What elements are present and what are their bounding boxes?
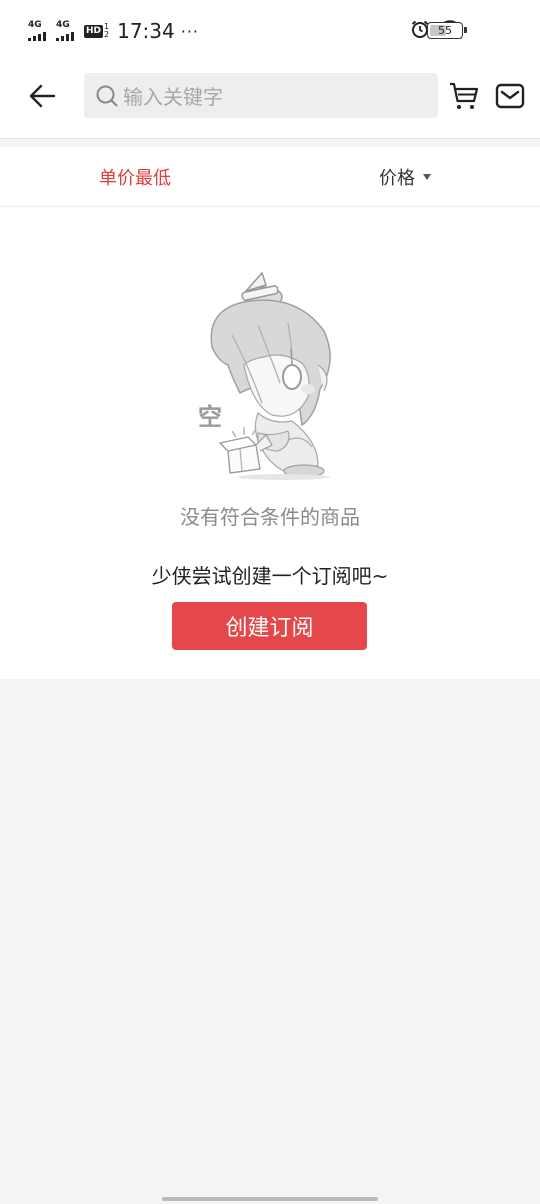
hd-voice-icon: HD 1 2 [84, 23, 109, 39]
back-button[interactable] [22, 76, 62, 116]
hd-sub-bottom: 2 [104, 30, 110, 39]
sort-lowest-unit-price[interactable]: 单价最低 [99, 147, 171, 207]
nav-divider [0, 138, 540, 139]
signal-bars-icon [28, 31, 46, 41]
empty-illustration: 空 [198, 271, 331, 480]
caret-down-icon [423, 174, 431, 180]
status-left: 4G 4G HD 1 2 17:34 ··· [28, 16, 199, 46]
nav-bar: 输入关键字 [0, 62, 540, 138]
sort-price-label: 价格 [379, 168, 415, 189]
signal-bars-icon [56, 31, 74, 41]
battery-level: 55 [438, 24, 452, 37]
header-area: 4G 4G HD 1 2 17:34 ··· 55 输入关键字 [0, 0, 540, 138]
search-icon [95, 84, 119, 108]
sort-bar: 单价最低 价格 [0, 147, 540, 207]
mail-icon [495, 83, 525, 109]
search-box[interactable]: 输入关键字 [84, 73, 438, 118]
signal-indicator-1: 4G [28, 21, 50, 41]
battery-icon: 55 [427, 22, 467, 39]
cart-icon [450, 82, 479, 109]
signal-indicator-2: 4G [56, 21, 78, 41]
search-input[interactable]: 输入关键字 [123, 81, 223, 110]
sort-price[interactable]: 价格 [379, 147, 431, 207]
home-indicator[interactable] [162, 1197, 378, 1201]
empty-message: 没有符合条件的商品 [180, 505, 360, 529]
empty-badge-char: 空 [198, 403, 222, 431]
status-time: 17:34 [117, 19, 175, 43]
create-subscription-button[interactable]: 创建订阅 [172, 602, 367, 650]
subscription-suggestion: 少侠尝试创建一个订阅吧~ [151, 564, 389, 588]
network-type-1: 4G [28, 20, 42, 30]
messages-button[interactable] [492, 78, 528, 114]
hd-label: HD [84, 24, 104, 38]
cart-button[interactable] [446, 78, 482, 114]
empty-state: 空 没有符合条件的商品 少侠尝试创建一个订阅吧~ 创建订阅 [0, 207, 540, 679]
more-notifications-icon: ··· [180, 21, 200, 41]
network-type-2: 4G [56, 20, 70, 30]
status-bar: 4G 4G HD 1 2 17:34 ··· 55 [0, 0, 540, 62]
back-arrow-icon [29, 84, 56, 108]
